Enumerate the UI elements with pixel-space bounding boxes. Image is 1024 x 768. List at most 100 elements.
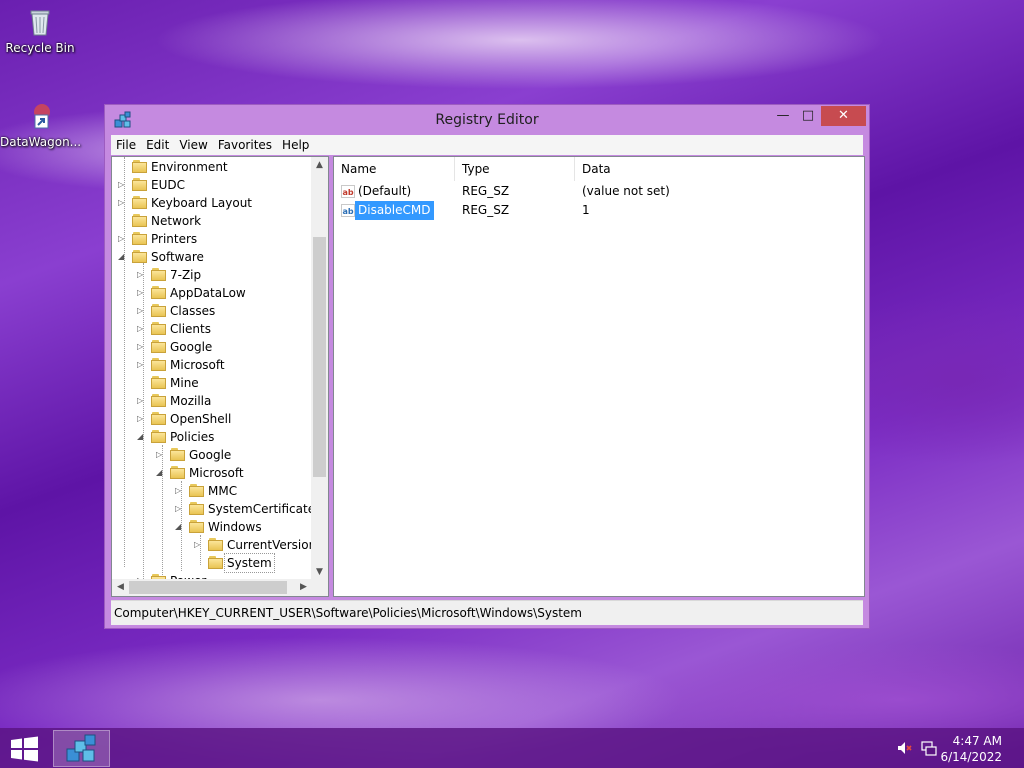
system-clock[interactable]: 4:47 AM 6/14/2022 <box>940 733 1002 765</box>
minimize-button[interactable]: — <box>770 106 796 126</box>
network-icon[interactable] <box>920 739 938 757</box>
taskbar: 4:47 AM 6/14/2022 <box>0 728 1024 768</box>
status-bar: Computer\HKEY_CURRENT_USER\Software\Poli… <box>111 600 863 625</box>
expander-icon[interactable]: ◢ <box>175 518 184 536</box>
expander-icon[interactable]: ▷ <box>137 338 146 356</box>
scroll-thumb[interactable] <box>313 237 326 477</box>
folder-icon <box>151 322 166 335</box>
scroll-left-icon[interactable]: ◀ <box>112 579 129 596</box>
tree-item[interactable]: ▷ CurrentVersion <box>112 536 316 554</box>
expander-icon[interactable]: ▷ <box>156 446 165 464</box>
tree-item-label: CurrentVersion <box>227 538 317 552</box>
column-header-data[interactable]: Data <box>575 157 865 181</box>
tree-item-label: Google <box>170 340 213 354</box>
registry-editor-icon <box>66 734 96 762</box>
tree-item[interactable]: ▷ AppDataLow <box>112 284 312 302</box>
tree-item[interactable]: ▷ Google <box>112 446 312 464</box>
expander-icon[interactable]: ▷ <box>175 500 184 518</box>
desktop-icon-datawagon[interactable]: DataWagon... <box>0 100 82 149</box>
tree-item[interactable]: ▷ 7-Zip <box>112 266 312 284</box>
close-button[interactable]: ✕ <box>821 106 866 126</box>
menu-help[interactable]: Help <box>277 135 314 152</box>
expander-icon[interactable]: ▷ <box>137 356 146 374</box>
folder-icon <box>151 376 166 389</box>
tree-item[interactable]: ◢ Microsoft <box>112 464 312 482</box>
tree-item[interactable]: ▷ SystemCertificates <box>112 500 321 518</box>
tree-item[interactable]: ▷ Microsoft <box>112 356 312 374</box>
taskbar-registry-editor[interactable] <box>53 730 110 767</box>
string-value-icon: ab <box>341 185 355 198</box>
expander-icon[interactable]: ▷ <box>137 284 146 302</box>
value-type: REG_SZ <box>462 203 510 217</box>
desktop-icon-label: DataWagon... <box>0 135 82 149</box>
folder-icon <box>132 178 147 191</box>
clock-time: 4:47 AM <box>952 734 1002 748</box>
tree-item[interactable]: ▷ OpenShell <box>112 410 312 428</box>
folder-icon <box>151 340 166 353</box>
tree-item[interactable]: ▷ Google <box>112 338 312 356</box>
tree-item[interactable]: ◢ Windows <box>112 518 312 536</box>
registry-editor-window: Registry Editor — □ ✕ File Edit View Favori… <box>104 104 870 629</box>
registry-path: Computer\HKEY_CURRENT_USER\Software\Poli… <box>114 606 582 620</box>
registry-tree[interactable]: Environment ▷ EUDC ▷ Keyboard Layout Network ▷… <box>111 156 329 597</box>
tree-item[interactable]: ▷ Keyboard Layout <box>112 194 312 212</box>
expander-icon[interactable]: ▷ <box>118 176 127 194</box>
expander-icon[interactable]: ▷ <box>137 410 146 428</box>
tree-item[interactable]: ▷ EUDC <box>112 176 312 194</box>
shortcut-icon <box>24 100 56 132</box>
tree-item[interactable]: Mine <box>112 374 312 392</box>
windows-logo-icon <box>11 736 38 762</box>
tree-item-label: 7-Zip <box>170 268 202 282</box>
tree-item[interactable]: ▷ Mozilla <box>112 392 312 410</box>
menu-edit[interactable]: Edit <box>141 135 174 152</box>
expander-icon[interactable]: ▷ <box>175 482 184 500</box>
expander-icon[interactable]: ◢ <box>118 248 127 266</box>
tree-item[interactable]: ▷ MMC <box>112 482 312 500</box>
expander-icon[interactable]: ▷ <box>137 266 146 284</box>
expander-icon[interactable]: ◢ <box>156 464 165 482</box>
expander-icon[interactable]: ▷ <box>137 392 146 410</box>
volume-muted-icon[interactable] <box>896 739 914 757</box>
maximize-button[interactable]: □ <box>795 106 821 126</box>
folder-icon <box>189 484 204 497</box>
tree-item[interactable]: ◢ Policies <box>112 428 312 446</box>
folder-icon <box>170 466 185 479</box>
desktop-icon-recycle-bin[interactable]: Recycle Bin <box>0 6 80 55</box>
folder-icon <box>189 520 204 533</box>
folder-icon <box>132 160 147 173</box>
column-header-type[interactable]: Type <box>455 157 575 181</box>
tree-item-label: Environment <box>151 160 228 174</box>
tree-item[interactable]: ▷ Printers <box>112 230 312 248</box>
value-row-selected[interactable]: ab DisableCMD REG_SZ 1 <box>334 201 864 220</box>
expander-icon[interactable]: ▷ <box>118 230 127 248</box>
menu-view[interactable]: View <box>174 135 212 152</box>
tree-item[interactable]: System <box>112 553 312 573</box>
column-header-name[interactable]: Name <box>334 157 455 181</box>
tree-horizontal-scrollbar[interactable]: ◀ ▶ <box>112 579 328 596</box>
tree-item-label: EUDC <box>151 178 185 192</box>
scroll-up-icon[interactable]: ▲ <box>311 157 328 174</box>
tree-item[interactable]: ▷ Clients <box>112 320 312 338</box>
expander-icon[interactable]: ▷ <box>194 536 203 554</box>
menu-file[interactable]: File <box>111 135 141 152</box>
tree-item[interactable]: Environment <box>112 158 312 176</box>
scroll-thumb[interactable] <box>129 581 287 594</box>
tree-item[interactable]: ▷ Classes <box>112 302 312 320</box>
tree-item-label: Keyboard Layout <box>151 196 253 210</box>
expander-icon[interactable]: ▷ <box>137 302 146 320</box>
tree-item[interactable]: Network <box>112 212 312 230</box>
menu-favorites[interactable]: Favorites <box>213 135 277 152</box>
expander-icon[interactable]: ▷ <box>118 194 127 212</box>
tree-item[interactable]: ◢ Software <box>112 248 312 266</box>
scroll-right-icon[interactable]: ▶ <box>295 579 312 596</box>
title-bar[interactable]: Registry Editor — □ ✕ <box>105 105 869 135</box>
expander-icon[interactable]: ▷ <box>137 320 146 338</box>
folder-icon <box>170 448 185 461</box>
start-button[interactable] <box>9 736 41 762</box>
folder-icon <box>208 556 223 569</box>
expander-icon[interactable]: ◢ <box>137 428 146 446</box>
tree-item-label: Policies <box>170 430 215 444</box>
value-row[interactable]: ab (Default) REG_SZ (value not set) <box>334 182 864 201</box>
tree-vertical-scrollbar[interactable]: ▲ ▼ <box>311 157 328 581</box>
values-list[interactable]: Name Type Data ab (Default) REG_SZ (valu… <box>333 156 865 597</box>
